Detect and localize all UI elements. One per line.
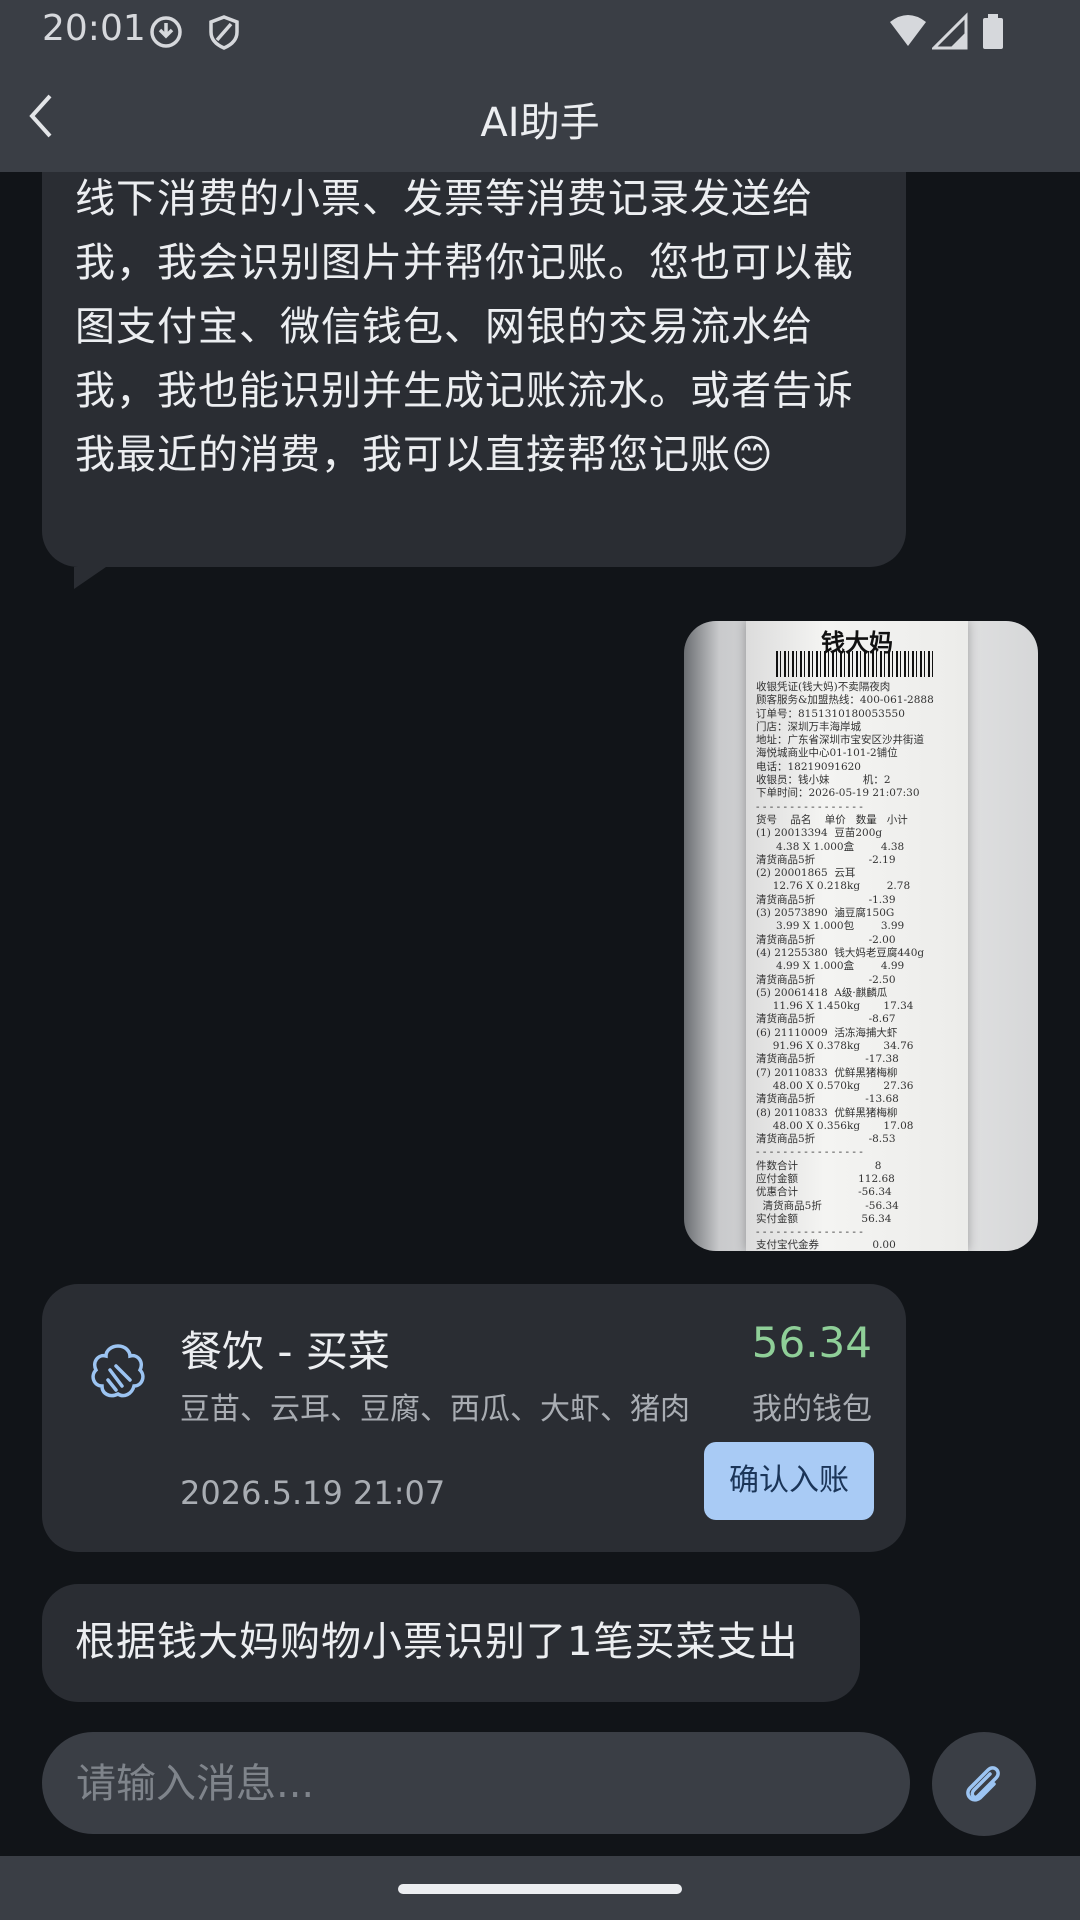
expense-card[interactable]: 餐饮 - 买菜 56.34 豆苗、云耳、豆腐、西瓜、大虾、猪肉 我的钱包 202…	[42, 1284, 906, 1552]
receipt-barcode	[776, 651, 936, 677]
message-input[interactable]	[74, 1732, 878, 1836]
vegetable-icon	[91, 1344, 145, 1398]
expense-datetime: 2026.5.19 21:07	[180, 1474, 446, 1512]
attach-button[interactable]	[932, 1732, 1036, 1836]
wifi-icon	[890, 15, 926, 46]
assistant-message-text: 线下消费的小票、发票等消费记录发送给我，我会识别图片并帮你记账。您也可以截图支付…	[75, 176, 854, 478]
assistant-message-bubble: 根据钱大妈购物小票识别了1笔买菜支出	[42, 1584, 860, 1702]
assistant-message-text: 根据钱大妈购物小票识别了1笔买菜支出	[75, 1619, 799, 1665]
home-indicator[interactable]	[398, 1884, 682, 1894]
expense-category: 餐饮 - 买菜	[180, 1327, 390, 1376]
chat-list[interactable]: 线下消费的小票、发票等消费记录发送给我，我会识别图片并帮你记账。您也可以截图支付…	[0, 172, 1080, 1722]
confirm-entry-button[interactable]: 确认入账	[704, 1442, 874, 1520]
status-time: 20:01	[42, 8, 146, 49]
expense-amount: 56.34	[751, 1318, 872, 1367]
status-bar: 20:01	[0, 0, 1080, 62]
bubble-tail	[74, 567, 106, 589]
receipt-paper: 钱大妈 收银凭证(钱大妈)不卖隔夜肉 顾客服务&加盟热线：400-061-288…	[746, 621, 968, 1251]
shield-icon	[209, 15, 239, 50]
receipt-text: 收银凭证(钱大妈)不卖隔夜肉 顾客服务&加盟热线：400-061-2888 订单…	[756, 681, 934, 1251]
expense-items: 豆苗、云耳、豆腐、西瓜、大虾、猪肉	[180, 1392, 690, 1427]
top-bar: 20:01 AI助手	[0, 0, 1080, 172]
navigation-bar	[0, 1856, 1080, 1920]
page-title: AI助手	[480, 100, 600, 146]
user-receipt-image[interactable]: 钱大妈 收银凭证(钱大妈)不卖隔夜肉 顾客服务&加盟热线：400-061-288…	[684, 621, 1038, 1251]
download-circle-icon	[150, 16, 182, 48]
assistant-message-bubble: 线下消费的小票、发票等消费记录发送给我，我会识别图片并帮你记账。您也可以截图支付…	[42, 172, 906, 567]
battery-icon	[983, 14, 1003, 49]
message-input-box[interactable]	[42, 1732, 910, 1836]
cellular-signal-icon	[932, 12, 968, 50]
paperclip-icon	[966, 1766, 1000, 1802]
expense-wallet: 我的钱包	[752, 1392, 872, 1427]
